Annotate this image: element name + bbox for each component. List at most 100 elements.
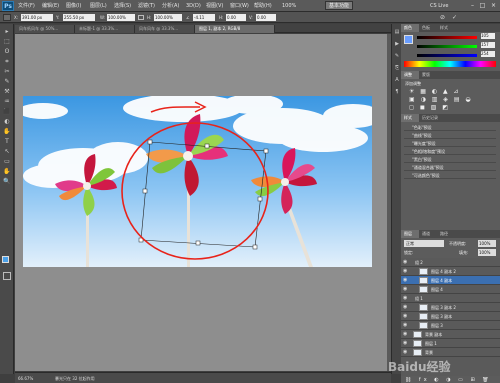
transform-bounding-box[interactable]: [138, 139, 269, 250]
tab-masks[interactable]: 蒙版: [419, 71, 437, 79]
menu-image[interactable]: 图像(I): [66, 1, 81, 11]
tab-document-3[interactable]: 风车风车 @ 33.3%...: [135, 25, 195, 33]
opacity-field[interactable]: 100%: [478, 240, 496, 247]
tab-channels[interactable]: 通道: [419, 230, 437, 238]
crop-tool-icon[interactable]: ✂: [2, 68, 12, 76]
tab-document-active[interactable]: 图层 1, 副本 2, RGB/8: [195, 25, 275, 33]
layer-row[interactable]: ◉ 组 1: [401, 294, 500, 303]
eraser-tool-icon[interactable]: ⬛: [2, 108, 12, 116]
layer-row[interactable]: ◉ 背景: [401, 348, 500, 357]
quick-select-tool-icon[interactable]: ⌗: [2, 58, 12, 66]
brush-panel-icon[interactable]: ✎: [393, 52, 401, 60]
visibility-eye-icon[interactable]: ◉: [403, 276, 409, 284]
link-icon[interactable]: [138, 15, 144, 20]
tab-swatches[interactable]: 色板: [419, 24, 437, 32]
preset-row[interactable]: "黑白"预设: [404, 156, 496, 163]
gradient-tool-icon[interactable]: ◐: [2, 118, 12, 126]
layer-row-selected[interactable]: ◉ 图层 4 副本: [401, 276, 500, 285]
tab-history[interactable]: 历史记录: [419, 114, 447, 122]
adjust-icons-row-3[interactable]: ◻ ◼ ▧ ◩: [409, 104, 497, 111]
menu-3d[interactable]: 3D(D): [186, 1, 201, 11]
fill-field[interactable]: 100%: [478, 249, 496, 256]
layer-row[interactable]: ◉ 图层 3: [401, 321, 500, 330]
maximize-button[interactable]: □: [478, 1, 487, 10]
menu-window[interactable]: 窗口(W): [230, 1, 249, 11]
zoom-level-display[interactable]: 100%: [282, 1, 296, 11]
layer-row[interactable]: ◉ 组 2: [401, 258, 500, 267]
blend-mode-select[interactable]: 正常: [404, 240, 444, 247]
vskew-field[interactable]: 0.00: [256, 14, 276, 21]
layer-row[interactable]: ◉ 图层 1: [401, 339, 500, 348]
preset-row[interactable]: "可选颜色"预设: [404, 172, 496, 179]
visibility-eye-icon[interactable]: ◉: [403, 267, 409, 275]
cs-live-button[interactable]: CS Live: [430, 1, 448, 11]
visibility-eye-icon[interactable]: ◉: [403, 294, 409, 302]
path-select-tool-icon[interactable]: ↖: [2, 148, 12, 156]
visibility-eye-icon[interactable]: ◉: [403, 321, 409, 329]
tab-styles[interactable]: 样式: [437, 24, 455, 32]
clone-panel-icon[interactable]: ⎘: [393, 64, 401, 72]
adjust-icons-row-2[interactable]: ▣ ◑ ▥ ◈ ▤ ◒: [409, 96, 497, 103]
quick-mask-icon[interactable]: [3, 272, 11, 280]
visibility-eye-icon[interactable]: ◉: [403, 312, 409, 320]
tab-color[interactable]: 颜色: [401, 24, 419, 32]
blue-slider[interactable]: [417, 54, 477, 57]
tab-document-1[interactable]: 风车纸风车 @ 50%...: [15, 25, 75, 33]
pen-tool-icon[interactable]: ✋: [2, 128, 12, 136]
menu-edit[interactable]: 编辑(E): [42, 1, 59, 11]
visibility-eye-icon[interactable]: ◉: [403, 348, 409, 356]
minimize-button[interactable]: –: [468, 1, 477, 10]
height-field[interactable]: 100.00%: [154, 14, 182, 21]
panel-foreground-swatch[interactable]: [404, 35, 413, 44]
tab-document-2[interactable]: 未标题-1 @ 33.3%...: [75, 25, 135, 33]
lasso-tool-icon[interactable]: ʘ: [2, 48, 12, 56]
red-value[interactable]: 105: [481, 33, 495, 39]
menu-layer[interactable]: 图层(L): [90, 1, 107, 11]
tab-layers[interactable]: 图层: [401, 230, 419, 238]
history-panel-icon[interactable]: ▤: [393, 28, 401, 36]
preset-row[interactable]: "曲线"预设: [404, 132, 496, 139]
character-panel-icon[interactable]: A: [393, 76, 401, 84]
foreground-color-swatch[interactable]: [2, 256, 9, 263]
tab-styles-panel[interactable]: 样式: [401, 114, 419, 122]
eyedropper-tool-icon[interactable]: ✎: [2, 78, 12, 86]
color-ramp[interactable]: [404, 61, 496, 67]
status-zoom[interactable]: 66.67%: [18, 375, 33, 382]
layer-row[interactable]: ◉ 图层 4 副本 2: [401, 267, 500, 276]
hskew-field[interactable]: 0.00: [226, 14, 246, 21]
hand-tool-icon[interactable]: ✋: [2, 168, 12, 176]
transform-tool-icon[interactable]: [3, 14, 11, 21]
menu-file[interactable]: 文件(F): [18, 1, 35, 11]
visibility-eye-icon[interactable]: ◉: [403, 303, 409, 311]
preset-row[interactable]: "色彩"预设: [404, 124, 496, 131]
red-slider[interactable]: [417, 36, 477, 39]
width-field[interactable]: 100.00%: [107, 14, 135, 21]
close-button[interactable]: ×: [489, 1, 498, 10]
zoom-tool-icon[interactable]: 🔍: [2, 178, 12, 186]
move-tool-icon[interactable]: ▸: [2, 28, 12, 36]
preset-row[interactable]: "曝光度"预设: [404, 140, 496, 147]
workspace-button[interactable]: 基本功能: [325, 1, 354, 10]
angle-field[interactable]: -4.11: [193, 14, 215, 21]
menu-view[interactable]: 视图(V): [206, 1, 223, 11]
actions-panel-icon[interactable]: ▶: [393, 40, 401, 48]
layer-row[interactable]: ◉ 图层 3 副本 2: [401, 303, 500, 312]
green-value[interactable]: 157: [481, 42, 495, 48]
menu-select[interactable]: 选择(S): [114, 1, 131, 11]
visibility-eye-icon[interactable]: ◉: [403, 258, 409, 266]
brush-tool-icon[interactable]: ♒: [2, 98, 12, 106]
layers-footer-icons[interactable]: ⛓ fx ◐ ◑ ▭ ⊞ 🗑: [405, 377, 497, 383]
layer-row[interactable]: ◉ 背景 副本: [401, 330, 500, 339]
tab-paths[interactable]: 路径: [437, 230, 455, 238]
marquee-tool-icon[interactable]: ⬚: [2, 38, 12, 46]
green-slider[interactable]: [417, 45, 477, 48]
cancel-transform-icon[interactable]: ⊘: [440, 14, 445, 21]
menu-analysis[interactable]: 分析(A): [162, 1, 179, 11]
menu-help[interactable]: 帮助(H): [254, 1, 272, 11]
visibility-eye-icon[interactable]: ◉: [403, 330, 409, 338]
shape-tool-icon[interactable]: ▭: [2, 158, 12, 166]
visibility-eye-icon[interactable]: ◉: [403, 339, 409, 347]
paragraph-panel-icon[interactable]: ¶: [393, 88, 401, 96]
type-tool-icon[interactable]: T: [2, 138, 12, 146]
menu-filter[interactable]: 滤镜(T): [138, 1, 155, 11]
